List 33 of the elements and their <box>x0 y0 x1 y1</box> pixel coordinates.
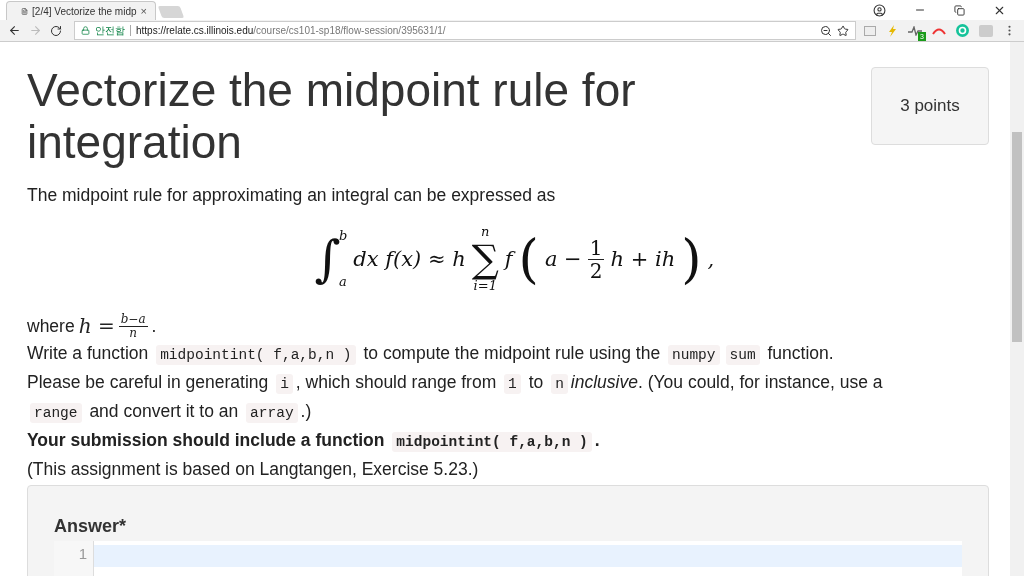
paragraph: Your submission should include a function midpointint( f,a,b,n ) . <box>27 429 601 455</box>
scrollbar[interactable] <box>1010 42 1024 576</box>
zoom-icon[interactable] <box>820 24 832 37</box>
restore-icon[interactable] <box>954 4 965 16</box>
security-label: 안전함 <box>95 23 125 38</box>
tab-close-button[interactable]: × <box>140 5 147 17</box>
math-expression: h + ih <box>610 247 676 271</box>
parenthesis: ) <box>681 233 702 285</box>
profile-icon[interactable] <box>873 3 886 17</box>
extension-icon[interactable] <box>864 25 876 36</box>
address-bar[interactable]: 안전함 https://relate.cs.illinois.edu/course/cs101-sp18/flow-session/395631/1/ <box>74 21 856 40</box>
page-icon <box>21 5 29 17</box>
browser-tab[interactable]: [2/4] Vectorize the midp × <box>6 1 156 20</box>
answer-label: Answer* <box>54 516 128 538</box>
parenthesis: ( <box>518 233 539 285</box>
summation-sign: n ∑ i=1 <box>471 224 499 294</box>
paragraph: The midpoint rule for approximating an integral can be expressed as <box>27 184 557 207</box>
points-badge: 3 points <box>871 67 989 145</box>
page-title: Vectorize the midpoint rule for integration <box>27 64 637 168</box>
paragraph: Please be careful in generating i , which should range from 1 to n inclusive. (You could, for instance, use a range and convert it to an array .) <box>27 371 884 426</box>
math-expression: a − <box>544 247 582 271</box>
fraction: 1 2 <box>587 236 605 282</box>
math-expression: dx f(x) ≈ h <box>353 247 466 271</box>
math-expression: , <box>707 247 715 271</box>
url-text: https://relate.cs.illinois.edu/course/cs101-sp18/flow-session/395631/1/ <box>136 25 447 36</box>
paragraph: Write a function midpointint( f,a,b,n ) to compute the midpoint rule using the numpy sum function. <box>27 342 835 368</box>
reload-icon[interactable] <box>50 24 62 37</box>
lock-icon <box>81 26 90 35</box>
pulse-icon[interactable] <box>908 25 922 36</box>
back-icon[interactable] <box>8 24 21 37</box>
bookmark-star-icon[interactable] <box>837 24 849 37</box>
paragraph: (This assignment is based on Langtangen, Exercise 5.23.) <box>27 458 480 482</box>
line-number: 1 <box>54 541 94 576</box>
